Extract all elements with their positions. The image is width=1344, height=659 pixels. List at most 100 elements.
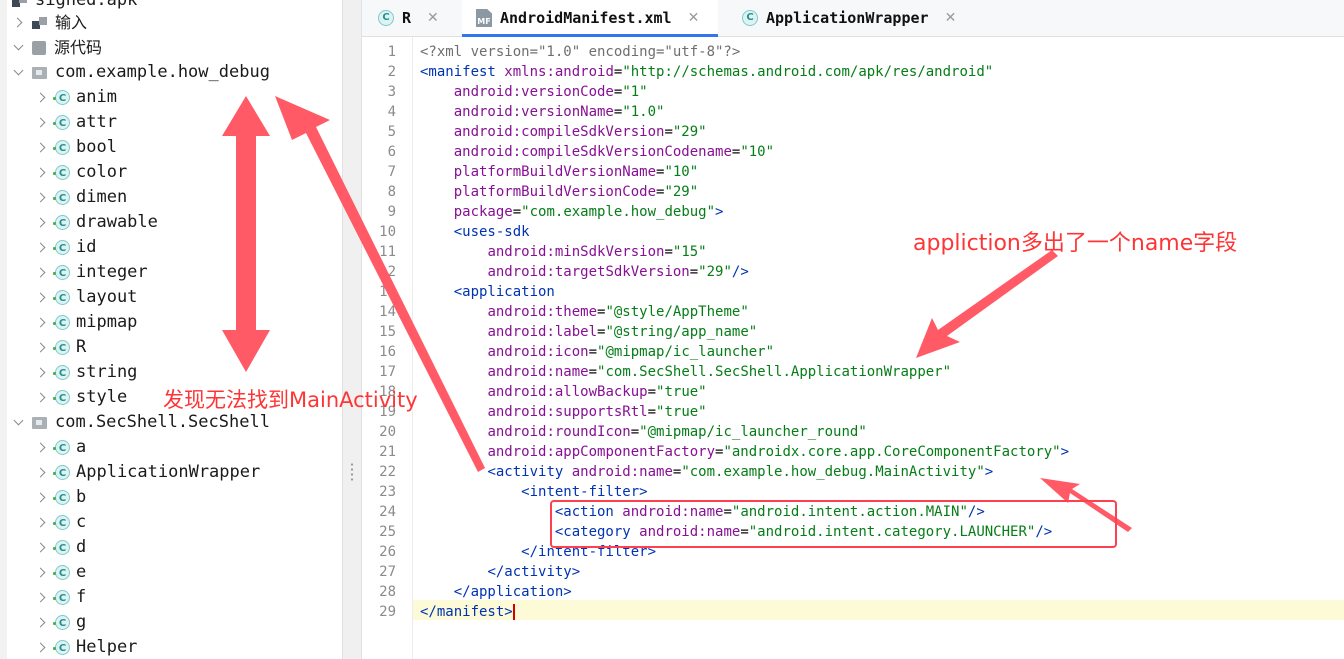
tree-class[interactable]: Cdrawable: [35, 210, 158, 235]
code-line[interactable]: </intent-filter>: [420, 542, 656, 562]
tree-class[interactable]: Cstring: [35, 360, 137, 385]
tree-class[interactable]: Clayout: [35, 285, 137, 310]
close-icon[interactable]: ✕: [688, 10, 700, 26]
tree-item-label: a: [76, 437, 87, 457]
code-line[interactable]: <category android:name="android.intent.c…: [420, 522, 1052, 542]
tree-class[interactable]: Ce: [35, 560, 86, 585]
tree-class[interactable]: Ccolor: [35, 160, 127, 185]
chevron-right-icon[interactable]: [35, 617, 47, 629]
tab-applicationwrapper[interactable]: C ApplicationWrapper ✕: [742, 0, 972, 36]
tree-scroll-strip[interactable]: [0, 0, 7, 659]
chevron-right-icon[interactable]: [35, 542, 47, 554]
code-line[interactable]: platformBuildVersionCode="29": [420, 182, 698, 202]
chevron-right-icon[interactable]: [35, 217, 47, 229]
code-line[interactable]: android:minSdkVersion="15": [420, 242, 706, 262]
code-line[interactable]: </application>: [420, 582, 572, 602]
tree-class[interactable]: Cmipmap: [35, 310, 137, 335]
class-icon: C: [53, 590, 70, 605]
tree-package[interactable]: com.SecShell.SecShell: [12, 410, 270, 435]
code-token: =: [647, 404, 657, 420]
code-line[interactable]: <activity android:name="com.example.how_…: [420, 462, 993, 482]
code-line[interactable]: <action android:name="android.intent.act…: [420, 502, 985, 522]
code-line[interactable]: android:roundIcon="@mipmap/ic_launcher_r…: [420, 422, 866, 442]
tree-class[interactable]: Cattr: [35, 110, 117, 135]
chevron-right-icon[interactable]: [35, 142, 47, 154]
chevron-right-icon[interactable]: [35, 292, 47, 304]
code-line[interactable]: package="com.example.how_debug">: [420, 202, 724, 222]
splitter-grip-icon[interactable]: [350, 462, 354, 482]
code-line[interactable]: <?xml version="1.0" encoding="utf-8"?>: [420, 42, 740, 62]
tree-class[interactable]: Cb: [35, 485, 86, 510]
code-line[interactable]: <intent-filter>: [420, 482, 647, 502]
code-line[interactable]: <uses-sdk: [420, 222, 530, 242]
tree-node[interactable]: 输入: [12, 10, 87, 35]
chevron-right-icon[interactable]: [35, 467, 47, 479]
code-line[interactable]: android:label="@string/app_name": [420, 322, 757, 342]
tree-class[interactable]: Cstyle: [35, 385, 127, 410]
code-line[interactable]: android:theme="@style/AppTheme": [420, 302, 748, 322]
chevron-right-icon[interactable]: [35, 167, 47, 179]
chevron-right-icon[interactable]: [35, 342, 47, 354]
code-line[interactable]: </activity>: [420, 562, 580, 582]
code-token: </activity>: [487, 564, 581, 580]
code-line[interactable]: android:compileSdkVersion="29": [420, 122, 707, 142]
chevron-right-icon[interactable]: [35, 492, 47, 504]
code-token: "android.intent.category.LAUNCHER": [748, 524, 1036, 540]
chevron-right-icon[interactable]: [35, 392, 47, 404]
line-number: 4: [387, 104, 396, 120]
chevron-right-icon[interactable]: [35, 592, 47, 604]
tree-class[interactable]: Cid: [35, 235, 96, 260]
tree-class[interactable]: Cbool: [35, 135, 117, 160]
tree-class[interactable]: Cg: [35, 610, 86, 635]
code-line[interactable]: android:appComponentFactory="androidx.co…: [420, 442, 1069, 462]
chevron-right-icon[interactable]: [35, 567, 47, 579]
close-icon[interactable]: ✕: [945, 10, 957, 26]
tree-class[interactable]: Cd: [35, 535, 86, 560]
tree-package[interactable]: com.example.how_debug: [12, 60, 270, 85]
code-line[interactable]: </manifest>: [420, 602, 515, 622]
chevron-right-icon[interactable]: [35, 317, 47, 329]
tree-node[interactable]: 源代码: [12, 35, 102, 60]
code-line[interactable]: <application: [420, 282, 555, 302]
chevron-down-icon[interactable]: [12, 417, 24, 429]
chevron-right-icon[interactable]: [35, 117, 47, 129]
tree-class[interactable]: Cinteger: [35, 260, 148, 285]
line-number: 14: [379, 304, 396, 320]
chevron-right-icon[interactable]: [35, 442, 47, 454]
code-line[interactable]: android:targetSdkVersion="29"/>: [420, 262, 748, 282]
code-line[interactable]: android:icon="@mipmap/ic_launcher": [420, 342, 774, 362]
tree-class[interactable]: Cdimen: [35, 185, 127, 210]
code-line[interactable]: android:versionCode="1": [420, 82, 648, 102]
chevron-right-icon[interactable]: [35, 92, 47, 104]
tree-class[interactable]: Ca: [35, 435, 86, 460]
chevron-right-icon[interactable]: [35, 267, 47, 279]
code-line[interactable]: android:versionName="1.0": [420, 102, 665, 122]
tab-androidmanifest[interactable]: MF AndroidManifest.xml ✕: [462, 0, 718, 37]
code-line[interactable]: android:compileSdkVersionCodename="10": [420, 142, 774, 162]
chevron-right-icon[interactable]: [35, 242, 47, 254]
tree-class[interactable]: Cc: [35, 510, 86, 535]
code-line[interactable]: platformBuildVersionName="10": [420, 162, 698, 182]
chevron-right-icon[interactable]: [35, 642, 47, 654]
code-line[interactable]: android:name="com.SecShell.SecShell.Appl…: [420, 362, 951, 382]
code-line[interactable]: android:allowBackup="true": [420, 382, 706, 402]
chevron-right-icon[interactable]: [35, 367, 47, 379]
tab-r[interactable]: C R ✕: [378, 0, 458, 36]
chevron-right-icon[interactable]: [35, 192, 47, 204]
code-line[interactable]: <manifest xmlns:android="http://schemas.…: [420, 62, 993, 82]
tree-class[interactable]: C ApplicationWrapper: [35, 460, 260, 485]
tree-class[interactable]: Cf: [35, 585, 86, 610]
tree-class[interactable]: Canim: [35, 85, 117, 110]
tree-class[interactable]: CR: [35, 335, 86, 360]
code-line[interactable]: android:supportsRtl="true": [420, 402, 706, 422]
chevron-right-icon[interactable]: [35, 517, 47, 529]
tree-class[interactable]: C Helper: [35, 635, 137, 659]
close-icon[interactable]: ✕: [427, 10, 439, 26]
manifest-file-icon: MF: [476, 9, 492, 27]
chevron-down-icon[interactable]: [12, 67, 24, 79]
chevron-right-icon[interactable]: [12, 17, 24, 29]
code-editor[interactable]: 1 2 3 4 5 6 7 8 9 10 11 12 13 14 15 16 17 18 19 20 21 22 23 24 2…: [362, 37, 1344, 659]
chevron-down-icon[interactable]: [12, 42, 24, 54]
